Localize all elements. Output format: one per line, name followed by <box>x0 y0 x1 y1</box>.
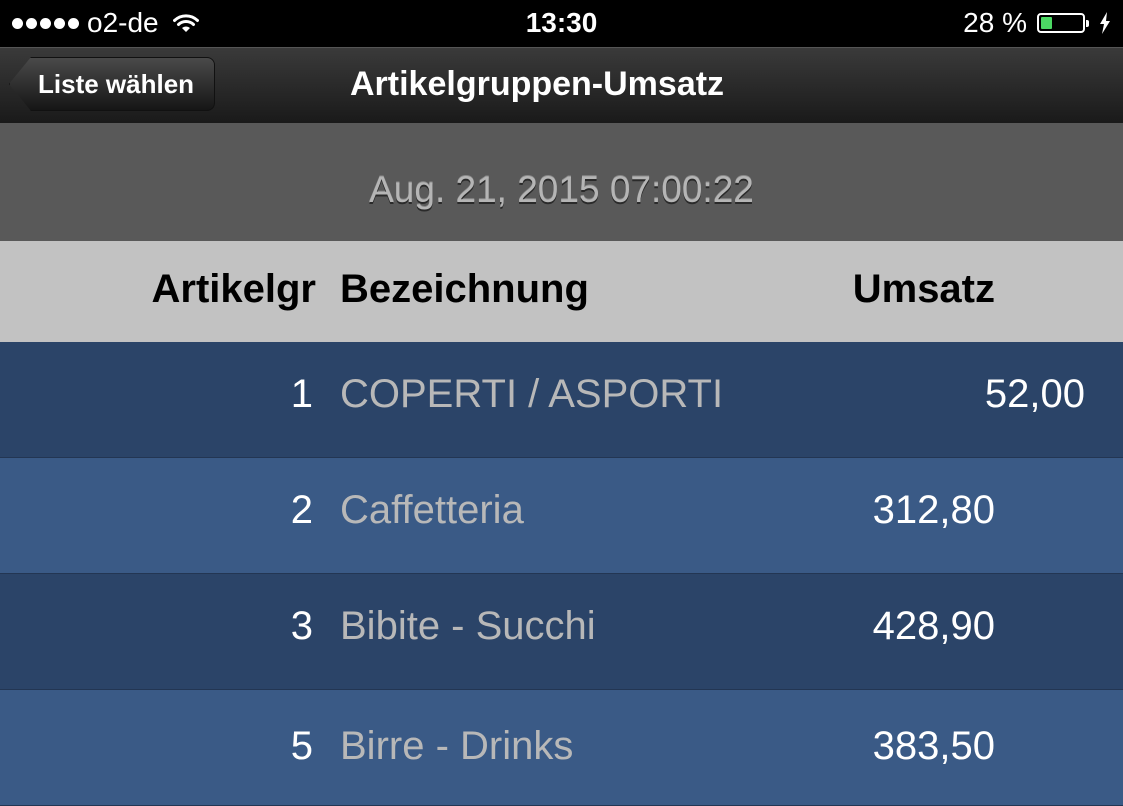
row-revenue: 52,00 <box>984 372 1085 416</box>
status-right: 28 % <box>963 6 1111 40</box>
row-description: COPERTI / ASPORTI <box>340 372 724 416</box>
table-row[interactable]: 5 Birre - Drinks 383,50 <box>0 690 1123 806</box>
table-header: Artikelgr Bezeichnung Umsatz <box>0 241 1123 342</box>
battery-percentage: 28 % <box>963 7 1027 38</box>
column-header-group: Artikelgr <box>151 267 317 311</box>
report-timestamp: Aug. 21, 2015 07:00:22 <box>369 169 754 210</box>
page-title: Artikelgruppen-Umsatz <box>350 65 725 103</box>
status-bar: o2-de 13:30 28 % <box>0 0 1123 47</box>
battery-nub <box>1086 20 1089 27</box>
table-row[interactable]: 2 Caffetteria 312,80 <box>0 458 1123 574</box>
back-button[interactable]: Liste wählen <box>9 57 216 111</box>
row-revenue: 428,90 <box>872 604 995 648</box>
column-header-description: Bezeichnung <box>340 267 589 311</box>
column-header-revenue: Umsatz <box>852 267 995 311</box>
report-date-bar: Aug. 21, 2015 07:00:22 <box>0 123 1123 241</box>
row-group-number: 1 <box>290 372 313 416</box>
row-description: Bibite - Succhi <box>340 604 596 648</box>
charging-bolt-icon <box>1100 12 1110 34</box>
table-row[interactable]: 3 Bibite - Succhi 428,90 <box>0 574 1123 690</box>
row-group-number: 3 <box>290 604 313 648</box>
row-description: Birre - Drinks <box>340 724 574 768</box>
back-button-label: Liste wählen <box>38 69 195 99</box>
navigation-bar: Liste wählen Artikelgruppen-Umsatz <box>0 47 1123 123</box>
row-description: Caffetteria <box>340 488 524 532</box>
status-time: 13:30 <box>525 7 598 38</box>
row-revenue: 383,50 <box>872 724 995 768</box>
row-group-number: 2 <box>290 488 313 532</box>
battery-fill <box>1041 17 1052 29</box>
battery-icon <box>1037 13 1089 33</box>
row-revenue: 312,80 <box>872 488 995 532</box>
table-row[interactable]: 1 COPERTI / ASPORTI 52,00 <box>0 342 1123 458</box>
row-group-number: 5 <box>290 724 313 768</box>
